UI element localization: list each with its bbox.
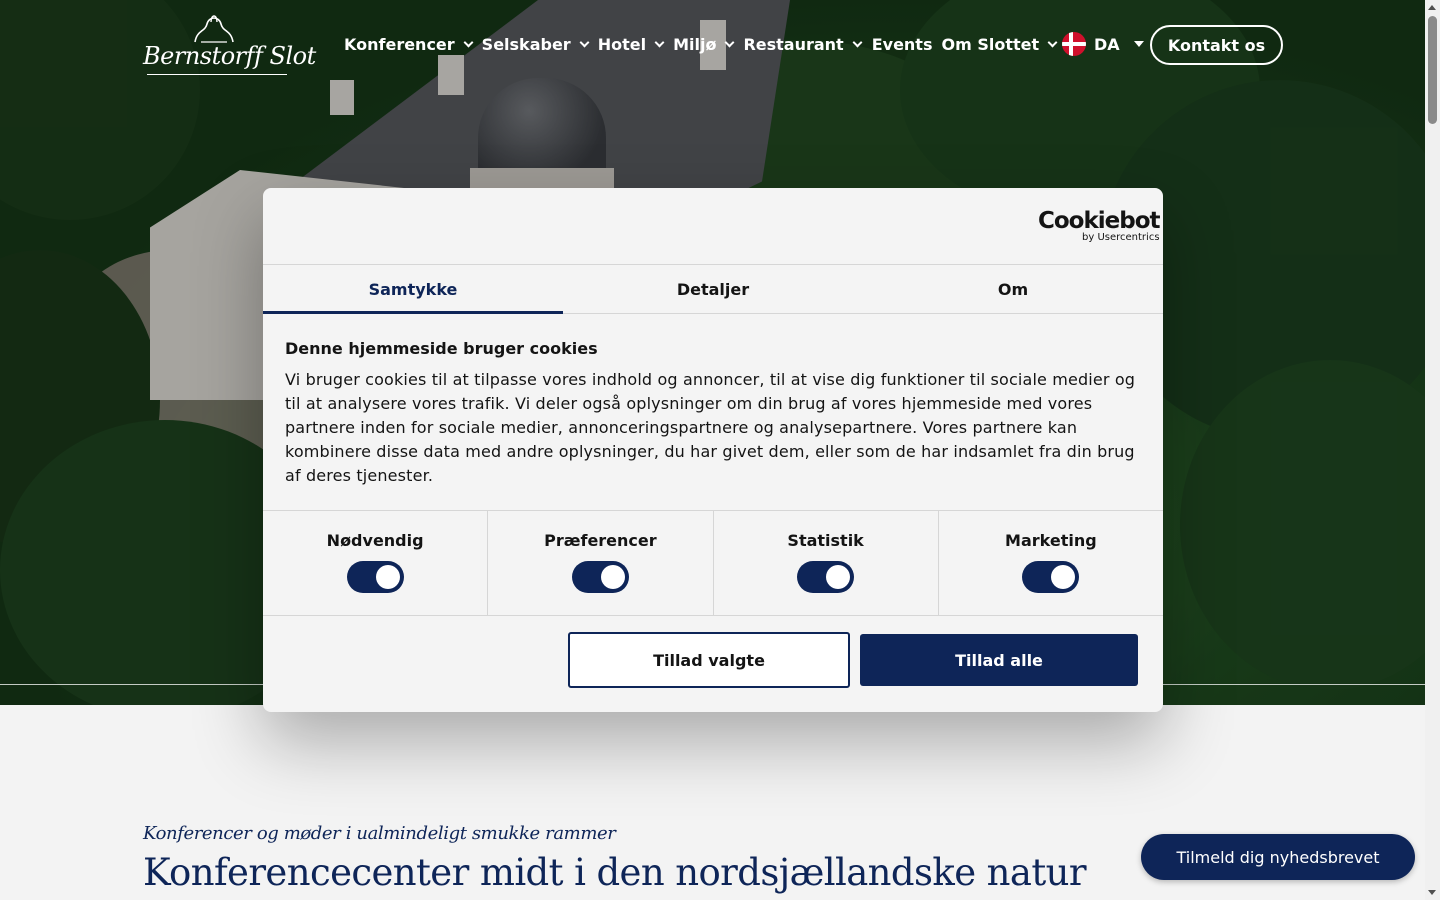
section-headline: Konferencecenter midt i den nordsjælland… — [143, 851, 1087, 894]
logo-text: Bernstorff Slot — [143, 42, 316, 70]
nav-label: Events — [871, 34, 933, 54]
toggle-knob — [600, 565, 625, 589]
toggle-switch[interactable] — [346, 561, 404, 593]
nav-selskaber[interactable]: Selskaber — [481, 34, 590, 54]
toggle-knob — [826, 565, 851, 589]
dialog-text: Vi bruger cookies til at tilpasse vores … — [285, 370, 1136, 485]
category-label: Statistik — [787, 531, 864, 550]
toggle-switch[interactable] — [571, 561, 629, 593]
main-nav: Konferencer Selskaber Hotel Miljø Restau… — [344, 32, 1058, 56]
scrollbar[interactable] — [1425, 0, 1440, 900]
contact-button[interactable]: Kontakt os — [1150, 25, 1283, 65]
category-statistik: Statistik — [714, 511, 939, 615]
allow-selected-button[interactable]: Tillad valgte — [568, 632, 850, 688]
castle-crown-icon — [194, 15, 234, 43]
nav-label: Miljø — [673, 34, 717, 54]
logo-underline — [147, 74, 287, 75]
chevron-down-icon — [579, 37, 590, 47]
tab-om[interactable]: Om — [863, 265, 1163, 313]
category-nodvendig: Nødvendig — [263, 511, 489, 615]
category-praeferencer: Præferencer — [488, 511, 714, 615]
dialog-actions: Tillad valgte Tillad alle — [263, 616, 1163, 711]
toggle-switch[interactable] — [797, 561, 855, 593]
cookiebot-wordmark: Cookiebot — [1038, 208, 1161, 234]
toggle-knob — [375, 565, 400, 589]
nav-label: Restaurant — [743, 34, 844, 54]
toggle-knob — [1051, 565, 1076, 589]
dialog-body: Denne hjemmeside bruger cookies Vi bruge… — [263, 314, 1163, 511]
consent-categories: Nødvendig Præferencer Statistik Marketin… — [263, 511, 1163, 616]
chevron-down-icon — [654, 37, 665, 47]
chevron-down-icon — [724, 37, 735, 47]
nav-label: Selskaber — [481, 34, 571, 54]
category-label: Nødvendig — [326, 531, 424, 550]
dialog-header: Cookiebot by Usercentrics — [263, 188, 1163, 265]
cookiebot-logo: Cookiebot by Usercentrics — [1038, 208, 1161, 243]
dialog-title: Denne hjemmeside bruger cookies — [285, 339, 598, 358]
language-selector[interactable]: DA — [1062, 32, 1144, 56]
toggle-switch[interactable] — [1022, 561, 1080, 593]
section-tagline: Konferencer og møder i ualmindeligt smuk… — [143, 823, 616, 844]
nav-konferencer[interactable]: Konferencer — [344, 34, 474, 54]
nav-label: Konferencer — [344, 34, 455, 54]
newsletter-signup-button[interactable]: Tilmeld dig nyhedsbrevet — [1141, 834, 1415, 880]
category-label: Marketing — [1005, 531, 1097, 550]
nav-restaurant[interactable]: Restaurant — [743, 34, 863, 54]
chevron-down-icon — [463, 37, 474, 47]
site-logo[interactable]: Bernstorff Slot — [143, 12, 316, 78]
nav-miljo[interactable]: Miljø — [673, 34, 735, 54]
nav-om-slottet[interactable]: Om Slottet — [941, 34, 1058, 54]
language-code: DA — [1094, 34, 1120, 54]
category-label: Præferencer — [544, 531, 657, 550]
category-marketing: Marketing — [939, 511, 1163, 615]
cookie-consent-dialog: Cookiebot by Usercentrics Samtykke Detal… — [263, 188, 1163, 712]
tab-samtykke[interactable]: Samtykke — [263, 265, 563, 314]
tab-detaljer[interactable]: Detaljer — [563, 265, 863, 313]
chevron-down-icon — [1047, 37, 1058, 47]
chevron-down-icon — [852, 37, 863, 47]
denmark-flag-icon — [1062, 32, 1086, 56]
nav-label: Hotel — [597, 34, 647, 54]
scroll-up-arrow-icon[interactable] — [1428, 5, 1436, 10]
allow-all-button[interactable]: Tillad alle — [860, 634, 1138, 686]
scrollbar-thumb[interactable] — [1428, 16, 1437, 124]
nav-hotel[interactable]: Hotel — [597, 34, 665, 54]
dialog-tabs: Samtykke Detaljer Om — [263, 265, 1163, 314]
scroll-down-arrow-icon[interactable] — [1428, 890, 1436, 895]
nav-label: Om Slottet — [941, 34, 1040, 54]
caret-down-icon — [1133, 41, 1144, 47]
nav-events[interactable]: Events — [872, 35, 933, 54]
